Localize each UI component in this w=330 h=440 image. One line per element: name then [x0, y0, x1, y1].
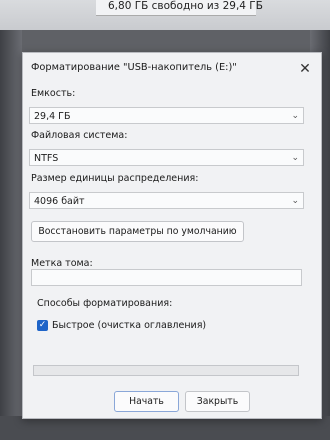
file-system-select[interactable]: NTFS ⌄	[29, 149, 304, 166]
allocation-unit-value: 4096 байт	[34, 196, 85, 207]
capacity-value: 29,4 ГБ	[34, 111, 71, 122]
quick-format-option[interactable]: ✓ Быстрое (очистка оглавления)	[37, 318, 206, 332]
chevron-down-icon: ⌄	[291, 111, 299, 121]
chevron-down-icon: ⌄	[291, 196, 299, 206]
allocation-unit-select[interactable]: 4096 байт ⌄	[29, 192, 304, 209]
chevron-down-icon: ⌄	[291, 153, 299, 163]
capacity-label: Емкость:	[31, 88, 76, 99]
dialog-title: Форматирование "USB-накопитель (E:)"	[31, 62, 237, 73]
background-bottom	[0, 416, 330, 440]
background-left	[0, 30, 22, 440]
format-dialog: Форматирование "USB-накопитель (E:)" ✕ Е…	[22, 52, 322, 419]
checkbox-checked-icon[interactable]: ✓	[37, 319, 48, 331]
free-space-text: 6,80 ГБ свободно из 29,4 ГБ	[108, 0, 263, 12]
capacity-select[interactable]: 29,4 ГБ ⌄	[29, 107, 304, 124]
file-system-value: NTFS	[34, 153, 59, 164]
close-icon[interactable]: ✕	[297, 61, 313, 77]
file-system-label: Файловая система:	[31, 130, 128, 141]
close-button[interactable]: Закрыть	[185, 391, 250, 412]
format-options-label: Способы форматирования:	[37, 298, 173, 309]
volume-label-label: Метка тома:	[31, 258, 93, 269]
quick-format-label: Быстрое (очистка оглавления)	[52, 319, 207, 331]
start-button[interactable]: Начать	[114, 391, 179, 412]
format-progress-bar	[33, 365, 299, 376]
allocation-unit-label: Размер единицы распределения:	[31, 173, 199, 184]
volume-label-input[interactable]	[31, 269, 302, 286]
restore-defaults-button[interactable]: Восстановить параметры по умолчанию	[31, 221, 244, 242]
